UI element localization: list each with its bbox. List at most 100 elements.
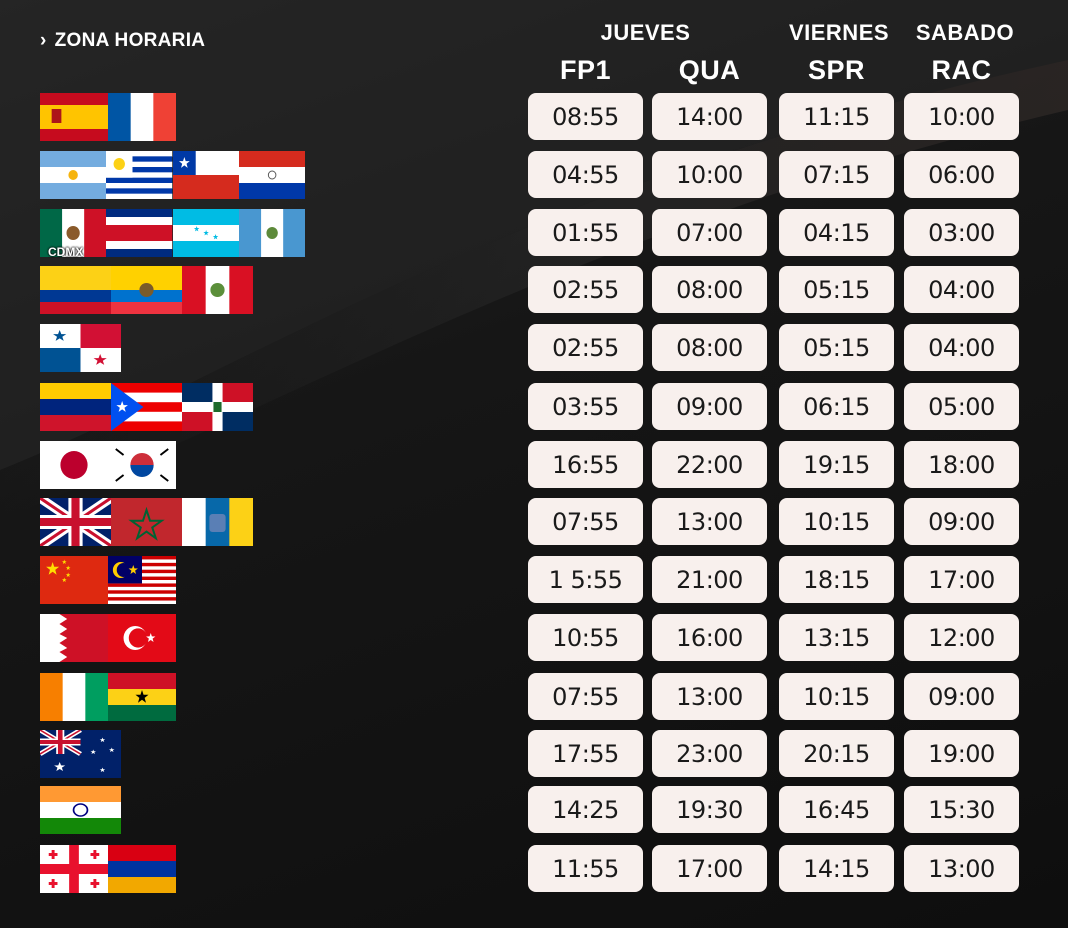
time-cell: 16:00 (652, 614, 767, 661)
time-cell: 09:00 (904, 673, 1019, 720)
time-cell: 14:25 (528, 786, 643, 833)
time-cell: 19:15 (779, 441, 894, 488)
time-cell: 13:00 (652, 498, 767, 545)
panama-flag-icon (40, 324, 121, 372)
time-cell: 12:00 (904, 614, 1019, 661)
time-cell: 06:15 (779, 383, 894, 430)
ghana-flag-icon (108, 673, 176, 721)
armenia-flag-icon (108, 845, 176, 893)
time-cell: 03:00 (904, 209, 1019, 256)
flag-group: CDMX (40, 209, 305, 259)
time-cell: 11:55 (528, 845, 643, 892)
time-cell: 14:15 (779, 845, 894, 892)
time-cell: 04:15 (779, 209, 894, 256)
united-kingdom-flag-icon (40, 498, 111, 546)
time-cell: 07:00 (652, 209, 767, 256)
colombia-flag-icon (40, 266, 111, 314)
flag-group (40, 151, 305, 199)
time-cell: 08:55 (528, 93, 643, 140)
day-friday: VIERNES (788, 20, 890, 45)
time-cell: 17:00 (652, 845, 767, 892)
time-cell: 20:15 (779, 730, 894, 777)
dominican-republic-flag-icon (182, 383, 253, 431)
time-cell: 05:15 (779, 266, 894, 313)
flag-group (40, 556, 176, 604)
time-cell: 04:00 (904, 266, 1019, 313)
france-flag-icon (108, 93, 176, 141)
time-cell: 15:30 (904, 786, 1019, 833)
timezone-heading: › ZONA HORARIA (40, 30, 205, 52)
time-cell: 06:00 (904, 151, 1019, 198)
time-cell: 02:55 (528, 266, 643, 313)
flag-group (40, 93, 176, 141)
time-cell: 09:00 (904, 498, 1019, 545)
time-cell: 16:55 (528, 441, 643, 488)
chile-flag-icon (172, 151, 239, 199)
ecuador-flag-icon (111, 266, 182, 314)
flag-group (40, 324, 121, 372)
time-cell: 05:15 (779, 324, 894, 371)
time-cell: 10:00 (904, 93, 1019, 140)
time-cell: 1 5:55 (528, 556, 643, 603)
time-cell: 14:00 (652, 93, 767, 140)
flag-group (40, 614, 176, 662)
time-cell: 18:00 (904, 441, 1019, 488)
time-cell: 10:15 (779, 498, 894, 545)
chevron-right-icon: › (40, 30, 47, 51)
time-cell: 11:15 (779, 93, 894, 140)
flag-group (40, 498, 253, 546)
session-spr: SPR (807, 55, 866, 85)
argentina-flag-icon (40, 151, 107, 199)
flag-group (40, 786, 121, 834)
flag-group (40, 673, 176, 721)
time-cell: 23:00 (652, 730, 767, 777)
time-cell: 17:00 (904, 556, 1019, 603)
venezuela-flag-icon (40, 383, 111, 431)
flag-group (40, 266, 253, 314)
time-cell: 05:00 (904, 383, 1019, 430)
india-flag-icon (40, 786, 121, 834)
japan-flag-icon (40, 441, 108, 489)
australia-flag-icon (40, 730, 121, 778)
time-cell: 19:30 (652, 786, 767, 833)
time-cell: 04:55 (528, 151, 643, 198)
time-cell: 08:00 (652, 266, 767, 313)
spain-flag-icon (40, 93, 108, 141)
timezone-label: ZONA HORARIA (54, 30, 206, 51)
time-cell: 07:55 (528, 673, 643, 720)
session-qua: QUA (678, 55, 741, 85)
time-cell: 22:00 (652, 441, 767, 488)
time-cell: 07:55 (528, 498, 643, 545)
session-rac: RAC (931, 55, 992, 85)
georgia-flag-icon (40, 845, 108, 893)
day-thursday: JUEVES (600, 20, 691, 45)
time-cell: 07:15 (779, 151, 894, 198)
time-cell: 13:15 (779, 614, 894, 661)
honduras-flag-icon (172, 209, 239, 257)
flag-group (40, 730, 121, 778)
peru-flag-icon (182, 266, 253, 314)
time-cell: 13:00 (904, 845, 1019, 892)
paraguay-flag-icon (238, 151, 305, 199)
time-cell: 18:15 (779, 556, 894, 603)
morocco-flag-icon (111, 498, 182, 546)
day-saturday: SABADO (915, 20, 1015, 45)
time-cell: 10:00 (652, 151, 767, 198)
time-cell: 10:15 (779, 673, 894, 720)
turkey-flag-icon (108, 614, 176, 662)
ivory-coast-flag-icon (40, 673, 108, 721)
time-cell: 08:00 (652, 324, 767, 371)
time-cell: 19:00 (904, 730, 1019, 777)
time-cell: 17:55 (528, 730, 643, 777)
region-label: CDMX (48, 245, 84, 259)
time-cell: 04:00 (904, 324, 1019, 371)
time-cell: 16:45 (779, 786, 894, 833)
time-cell: 10:55 (528, 614, 643, 661)
bahrain-flag-icon (40, 614, 108, 662)
time-cell: 03:55 (528, 383, 643, 430)
time-cell: 13:00 (652, 673, 767, 720)
malaysia-flag-icon (108, 556, 176, 604)
costa-rica-flag-icon (106, 209, 173, 257)
uruguay-flag-icon (106, 151, 173, 199)
guatemala-flag-icon (238, 209, 305, 257)
